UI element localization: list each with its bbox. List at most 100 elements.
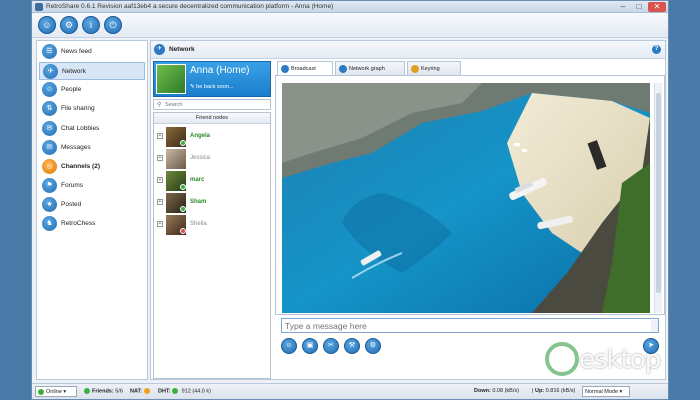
add-friend-button[interactable]: ☺ xyxy=(38,16,56,34)
about-button[interactable]: i xyxy=(82,16,100,34)
expand-icon[interactable]: + xyxy=(157,221,163,227)
nat-label: NAT: xyxy=(130,388,143,395)
retrochess-icon: ♞ xyxy=(42,216,57,231)
sidebar-item-network[interactable]: ✈ Network xyxy=(39,62,145,80)
sidebar-item-label: Chat Lobbies xyxy=(61,125,100,132)
messages-icon: ✉ xyxy=(42,140,57,155)
retroshare-logo-icon xyxy=(35,3,43,11)
online-status-icon xyxy=(180,184,186,190)
tab-bar: Broadcast Network graph Keyring xyxy=(277,61,661,76)
sidebar-item-label: RetroChess xyxy=(61,220,96,227)
broadcast-icon xyxy=(281,65,289,73)
maximize-button[interactable]: □ xyxy=(632,2,646,12)
sidebar-item-posted[interactable]: ★ Posted xyxy=(39,196,145,214)
list-item[interactable]: + Jessica xyxy=(154,148,270,169)
status-bar: Online ▾ Friends: 5/6 NAT: DHT: 912 (44.… xyxy=(32,383,668,399)
list-item[interactable]: + Sham xyxy=(154,192,270,213)
network-icon: ✈ xyxy=(154,44,165,55)
chat-settings-button[interactable]: ⚙ xyxy=(365,338,381,354)
vertical-scrollbar[interactable] xyxy=(654,83,662,313)
sidebar-item-label: Messages xyxy=(61,144,91,151)
nat-status-icon xyxy=(143,388,150,394)
sidebar: ☰ News feed ✈ Network ☺ People ⇅ File sh… xyxy=(36,40,148,380)
sidebar-item-label: Posted xyxy=(61,201,82,208)
quit-button[interactable]: ⏻ xyxy=(104,16,122,34)
avatar[interactable] xyxy=(156,64,186,94)
list-item[interactable]: + Angela xyxy=(154,126,270,147)
online-status-icon xyxy=(38,388,44,395)
profile-card: Anna (Home) ✎ be back soon... xyxy=(153,61,271,97)
people-icon: ☺ xyxy=(42,82,57,97)
online-status-icon xyxy=(180,206,186,212)
friend-list-header[interactable]: Friend nodes xyxy=(154,113,270,124)
chat-area: Broadcast Network graph Keyring Type a m… xyxy=(275,61,665,379)
expand-icon[interactable]: + xyxy=(157,155,163,161)
help-icon[interactable]: ? xyxy=(652,45,661,54)
tab-broadcast[interactable]: Broadcast xyxy=(277,61,333,76)
page-header: ✈ Network ? xyxy=(151,41,665,59)
search-input[interactable] xyxy=(165,100,269,109)
close-button[interactable]: ✕ xyxy=(648,2,666,12)
avatar xyxy=(166,149,186,169)
sidebar-item-news-feed[interactable]: ☰ News feed xyxy=(39,43,145,61)
posted-icon: ★ xyxy=(42,197,57,212)
sidebar-item-label: Channels (2) xyxy=(61,163,101,170)
expand-icon[interactable]: + xyxy=(157,177,163,183)
sidebar-item-retrochess[interactable]: ♞ RetroChess xyxy=(39,215,145,233)
sidebar-item-label: People xyxy=(61,86,82,93)
dht-value: 912 xyxy=(181,388,191,395)
sidebar-item-label: Forums xyxy=(61,182,84,189)
tab-label: Keyring xyxy=(421,66,440,72)
broadcast-image xyxy=(282,83,650,313)
status-message-text: be back soon... xyxy=(196,84,234,90)
sidebar-item-chat-lobbies[interactable]: ✉ Chat Lobbies xyxy=(39,120,145,138)
tab-label: Broadcast xyxy=(291,66,316,72)
sidebar-item-forums[interactable]: ⚑ Forums xyxy=(39,177,145,195)
scrollbar-thumb[interactable] xyxy=(656,93,661,293)
sidebar-item-messages[interactable]: ✉ Messages xyxy=(39,139,145,157)
tab-label: Network graph xyxy=(349,66,385,72)
network-icon: ✈ xyxy=(43,64,58,79)
watermark: esktop xyxy=(545,340,695,380)
attach-file-button[interactable]: ✂ xyxy=(323,338,339,354)
sidebar-item-file-sharing[interactable]: ⇅ File sharing xyxy=(39,100,145,118)
tab-keyring[interactable]: Keyring xyxy=(407,61,461,75)
channels-icon: ◎ xyxy=(42,159,57,174)
main-toolbar: ☺ ⚙ i ⏻ xyxy=(32,13,668,38)
message-box xyxy=(281,318,659,333)
message-scrollbar[interactable] xyxy=(651,320,658,332)
message-input[interactable] xyxy=(285,320,645,332)
mode-value: Normal Mode xyxy=(585,389,619,395)
mode-select[interactable]: Normal Mode ▾ xyxy=(582,386,630,397)
insert-image-button[interactable]: ▣ xyxy=(302,338,318,354)
down-value: 0.08 (kB/s) xyxy=(492,388,519,394)
tab-network-graph[interactable]: Network graph xyxy=(335,61,405,75)
sidebar-item-channels[interactable]: ◎ Channels (2) xyxy=(39,158,145,176)
list-item[interactable]: + Sheila xyxy=(154,214,270,235)
online-status-icon xyxy=(180,140,186,146)
title-bar: RetroShare 0.6.1 Revision aaf13eb4 a sec… xyxy=(32,1,668,13)
nat-status: NAT: xyxy=(130,388,152,394)
network-page: ✈ Network ? Anna (Home) ✎ be back soon..… xyxy=(150,40,666,380)
profile-name: Anna (Home) xyxy=(190,65,250,76)
friend-name: Sheila xyxy=(190,221,207,227)
upload-rate: | Up: 0.816 (kB/s) xyxy=(532,388,576,394)
watermark-text: esktop xyxy=(579,345,661,375)
online-status-value: Online xyxy=(46,389,62,395)
list-item[interactable]: + marc xyxy=(154,170,270,191)
status-message[interactable]: ✎ be back soon... xyxy=(190,84,233,90)
minimize-button[interactable]: – xyxy=(616,2,630,12)
options-button[interactable]: ⚙ xyxy=(60,16,78,34)
broadcast-panel xyxy=(275,75,665,315)
down-label: Down: xyxy=(474,388,491,394)
emoticon-button[interactable]: ☺ xyxy=(281,338,297,354)
dht-extra: (44.0 k) xyxy=(192,388,211,395)
online-status-select[interactable]: Online ▾ xyxy=(35,386,77,397)
page-title: Network xyxy=(169,46,195,53)
sidebar-item-people[interactable]: ☺ People xyxy=(39,81,145,99)
busy-status-icon xyxy=(180,228,186,234)
window-title: RetroShare 0.6.1 Revision aaf13eb4 a sec… xyxy=(46,3,334,10)
expand-icon[interactable]: + xyxy=(157,199,163,205)
expand-icon[interactable]: + xyxy=(157,133,163,139)
tools-button[interactable]: ⚒ xyxy=(344,338,360,354)
